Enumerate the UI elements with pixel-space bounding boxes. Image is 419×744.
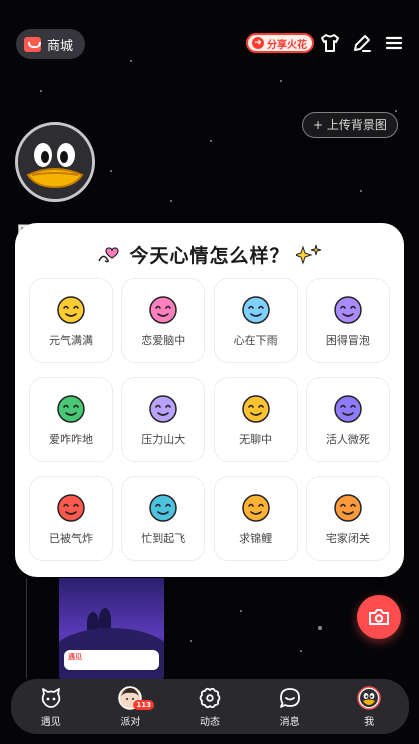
- mood-title-row: 今天心情怎么样？: [15, 239, 404, 269]
- share-spark-label: 分享火花: [267, 39, 307, 51]
- post-bubble: 遇见: [64, 650, 159, 670]
- nav-item-me[interactable]: 我: [334, 685, 404, 728]
- mood-option[interactable]: 爱咋咋地: [29, 377, 113, 462]
- bored-face-icon: [241, 394, 270, 423]
- penguin-face-icon: [18, 125, 92, 199]
- mood-option[interactable]: 心在下雨: [213, 278, 298, 363]
- nav-label-messages: 消息: [279, 716, 300, 728]
- mood-option[interactable]: 元气满满: [29, 278, 113, 363]
- mood-option[interactable]: 宅家闭关: [305, 476, 390, 561]
- sparkle-icon: [295, 244, 321, 265]
- encounter-icon: [41, 687, 61, 708]
- shop-label: 商城: [47, 38, 74, 54]
- nav-item-party[interactable]: 113 派对: [95, 685, 165, 728]
- profile-avatar[interactable]: [15, 122, 95, 202]
- mood-label: 宅家闭关: [325, 531, 370, 545]
- busy-laptop-face-icon: [149, 493, 178, 522]
- joyful-face-icon: [57, 295, 85, 324]
- shop-button[interactable]: 商城: [16, 29, 86, 59]
- nav-label-me: 我: [364, 716, 375, 728]
- share-spark-button[interactable]: ➜ 分享火花: [246, 33, 314, 53]
- mood-label: 困得冒泡: [325, 333, 370, 347]
- upload-background-button[interactable]: + 上传背景图: [302, 112, 398, 138]
- mood-label: 恋爱脑中: [141, 333, 186, 347]
- sleepy-bubble-face-icon: [334, 295, 362, 324]
- edit-pencil-icon[interactable]: [350, 31, 374, 55]
- heart-swirl-icon: [98, 247, 120, 263]
- mood-label: 活人微死: [325, 432, 370, 446]
- feed-flower-icon: [199, 687, 221, 708]
- mood-option[interactable]: 无聊中: [213, 377, 298, 462]
- party-badge: 113: [133, 699, 155, 710]
- mood-label: 爱咋咋地: [49, 432, 93, 446]
- stay-home-face-icon: [334, 493, 362, 522]
- more-menu-icon[interactable]: [382, 31, 406, 55]
- nav-item-feed[interactable]: 动态: [175, 686, 245, 728]
- lucky-koi-face-icon: [241, 493, 270, 522]
- bottom-navigation: 遇见 113 派对 动态 消息 我: [11, 679, 409, 734]
- half-dead-face-icon: [334, 394, 362, 423]
- camera-button[interactable]: [357, 595, 401, 639]
- mood-label: 已被气炸: [49, 531, 93, 545]
- post-bubble-text: 遇见: [68, 653, 82, 661]
- camera-icon: [369, 609, 389, 625]
- share-arrow-icon: ➜: [252, 37, 264, 49]
- nav-label-feed: 动态: [199, 716, 220, 728]
- mood-option[interactable]: 求锦鲤: [213, 476, 298, 561]
- mood-option[interactable]: 恋爱脑中: [121, 278, 206, 363]
- mood-label: 求锦鲤: [239, 531, 273, 545]
- mood-label: 心在下雨: [233, 333, 278, 347]
- mood-label: 无聊中: [239, 432, 273, 446]
- me-penguin-icon: [357, 685, 381, 710]
- mood-label: 忙到起飞: [141, 531, 186, 545]
- in-love-face-icon: [149, 295, 178, 324]
- mood-check-in-card: 今天心情怎么样？ 元气满满 恋爱脑中 心在下雨 困得冒泡爱咋咋地 压力山大 无聊中 活人微死…: [15, 223, 404, 577]
- mood-label: 压力山大: [141, 432, 186, 446]
- mood-label: 元气满满: [49, 333, 93, 347]
- timeline-divider: [26, 578, 27, 678]
- whatever-face-icon: [57, 394, 85, 423]
- message-bubble-icon: [279, 687, 300, 708]
- nav-label-encounter: 遇见: [40, 716, 61, 728]
- mood-title: 今天心情怎么样？: [129, 244, 290, 267]
- shop-bag-icon: [24, 36, 41, 52]
- nav-item-messages[interactable]: 消息: [255, 686, 325, 728]
- mood-option[interactable]: 压力山大: [121, 377, 206, 462]
- nav-item-encounter[interactable]: 遇见: [16, 686, 86, 728]
- raining-heart-face-icon: [241, 295, 270, 324]
- outfit-shirt-icon[interactable]: [318, 31, 342, 55]
- post-thumbnail[interactable]: 遇见: [59, 578, 164, 680]
- mood-grid: 元气满满 恋爱脑中 心在下雨 困得冒泡爱咋咋地 压力山大 无聊中 活人微死已被气炸 忙到起飞 求…: [29, 278, 390, 561]
- mood-option[interactable]: 困得冒泡: [305, 278, 390, 363]
- furious-face-icon: [57, 493, 85, 522]
- mood-option[interactable]: 已被气炸: [29, 476, 113, 561]
- mood-option[interactable]: 忙到起飞: [121, 476, 206, 561]
- nav-label-party: 派对: [120, 716, 141, 728]
- stressed-face-icon: [149, 394, 178, 423]
- mood-option[interactable]: 活人微死: [305, 377, 390, 462]
